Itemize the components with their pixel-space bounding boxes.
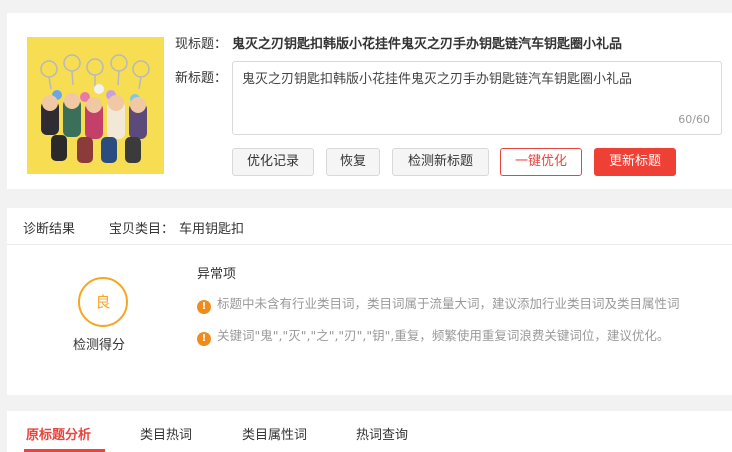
new-title-label: 新标题：: [175, 71, 228, 86]
exclamation-circle-icon: !: [197, 332, 211, 346]
current-title: 鬼灭之刃钥匙扣韩版小花挂件鬼灭之刃手办钥匙链汽车钥匙圈小礼品: [232, 37, 623, 52]
current-title-label: 现标题：: [175, 37, 228, 52]
restore-button[interactable]: 恢复: [326, 148, 380, 176]
warning-item: ! 标题中未含有行业类目词，类目词属于流量大词，建议添加行业类目词及类目属性词: [197, 293, 680, 314]
keychain-image-illustration: [27, 37, 164, 174]
diagnosis-result-label: 诊断结果: [23, 222, 76, 237]
check-new-title-button[interactable]: 检测新标题: [392, 148, 489, 176]
warning-text: 关键词"鬼","灭","之","刃","钥",重复，频繁使用重复词浪费关键词位，…: [217, 328, 670, 343]
warning-item: ! 关键词"鬼","灭","之","刃","钥",重复，频繁使用重复词浪费关键词位…: [197, 325, 669, 346]
tab-hot-word-search[interactable]: 热词查询: [356, 424, 408, 443]
exclamation-circle-icon: !: [197, 300, 211, 314]
diagnosis-body: 良 检测得分 异常项 ! 标题中未含有行业类目词，类目词属于流量大词，建议添加行业…: [7, 245, 732, 395]
update-title-button[interactable]: 更新标题: [594, 148, 676, 176]
category-value: 车用钥匙扣: [179, 222, 245, 237]
warning-text: 标题中未含有行业类目词，类目词属于流量大词，建议添加行业类目词及类目属性词: [217, 296, 680, 311]
abnormal-items-title: 异常项: [197, 267, 237, 282]
new-title-textarea[interactable]: 鬼灭之刃钥匙扣韩版小花挂件鬼灭之刃手办钥匙链汽车钥匙圈小礼品 60/60: [232, 61, 722, 135]
tab-original-title-analysis[interactable]: 原标题分析: [26, 424, 91, 443]
score-label: 检测得分: [73, 338, 126, 353]
diagnosis-header: 诊断结果 宝贝类目： 车用钥匙扣: [7, 208, 732, 245]
product-card: 现标题： 鬼灭之刃钥匙扣韩版小花挂件鬼灭之刃手办钥匙链汽车钥匙圈小礼品 新标题：…: [7, 13, 732, 189]
product-image: [27, 37, 164, 174]
category-label: 宝贝类目：: [109, 222, 175, 237]
one-click-optimize-button[interactable]: 一键优化: [500, 148, 582, 176]
char-count: 60/60: [678, 113, 710, 126]
tab-category-attribute-words[interactable]: 类目属性词: [242, 424, 307, 443]
history-button[interactable]: 优化记录: [232, 148, 314, 176]
tab-category-hot-words[interactable]: 类目热词: [140, 424, 192, 443]
new-title-text: 鬼灭之刃钥匙扣韩版小花挂件鬼灭之刃手办钥匙链汽车钥匙圈小礼品: [242, 72, 633, 87]
analysis-tabs: 原标题分析 类目热词 类目属性词 热词查询: [7, 411, 732, 452]
score-grade-badge: 良: [78, 277, 128, 327]
